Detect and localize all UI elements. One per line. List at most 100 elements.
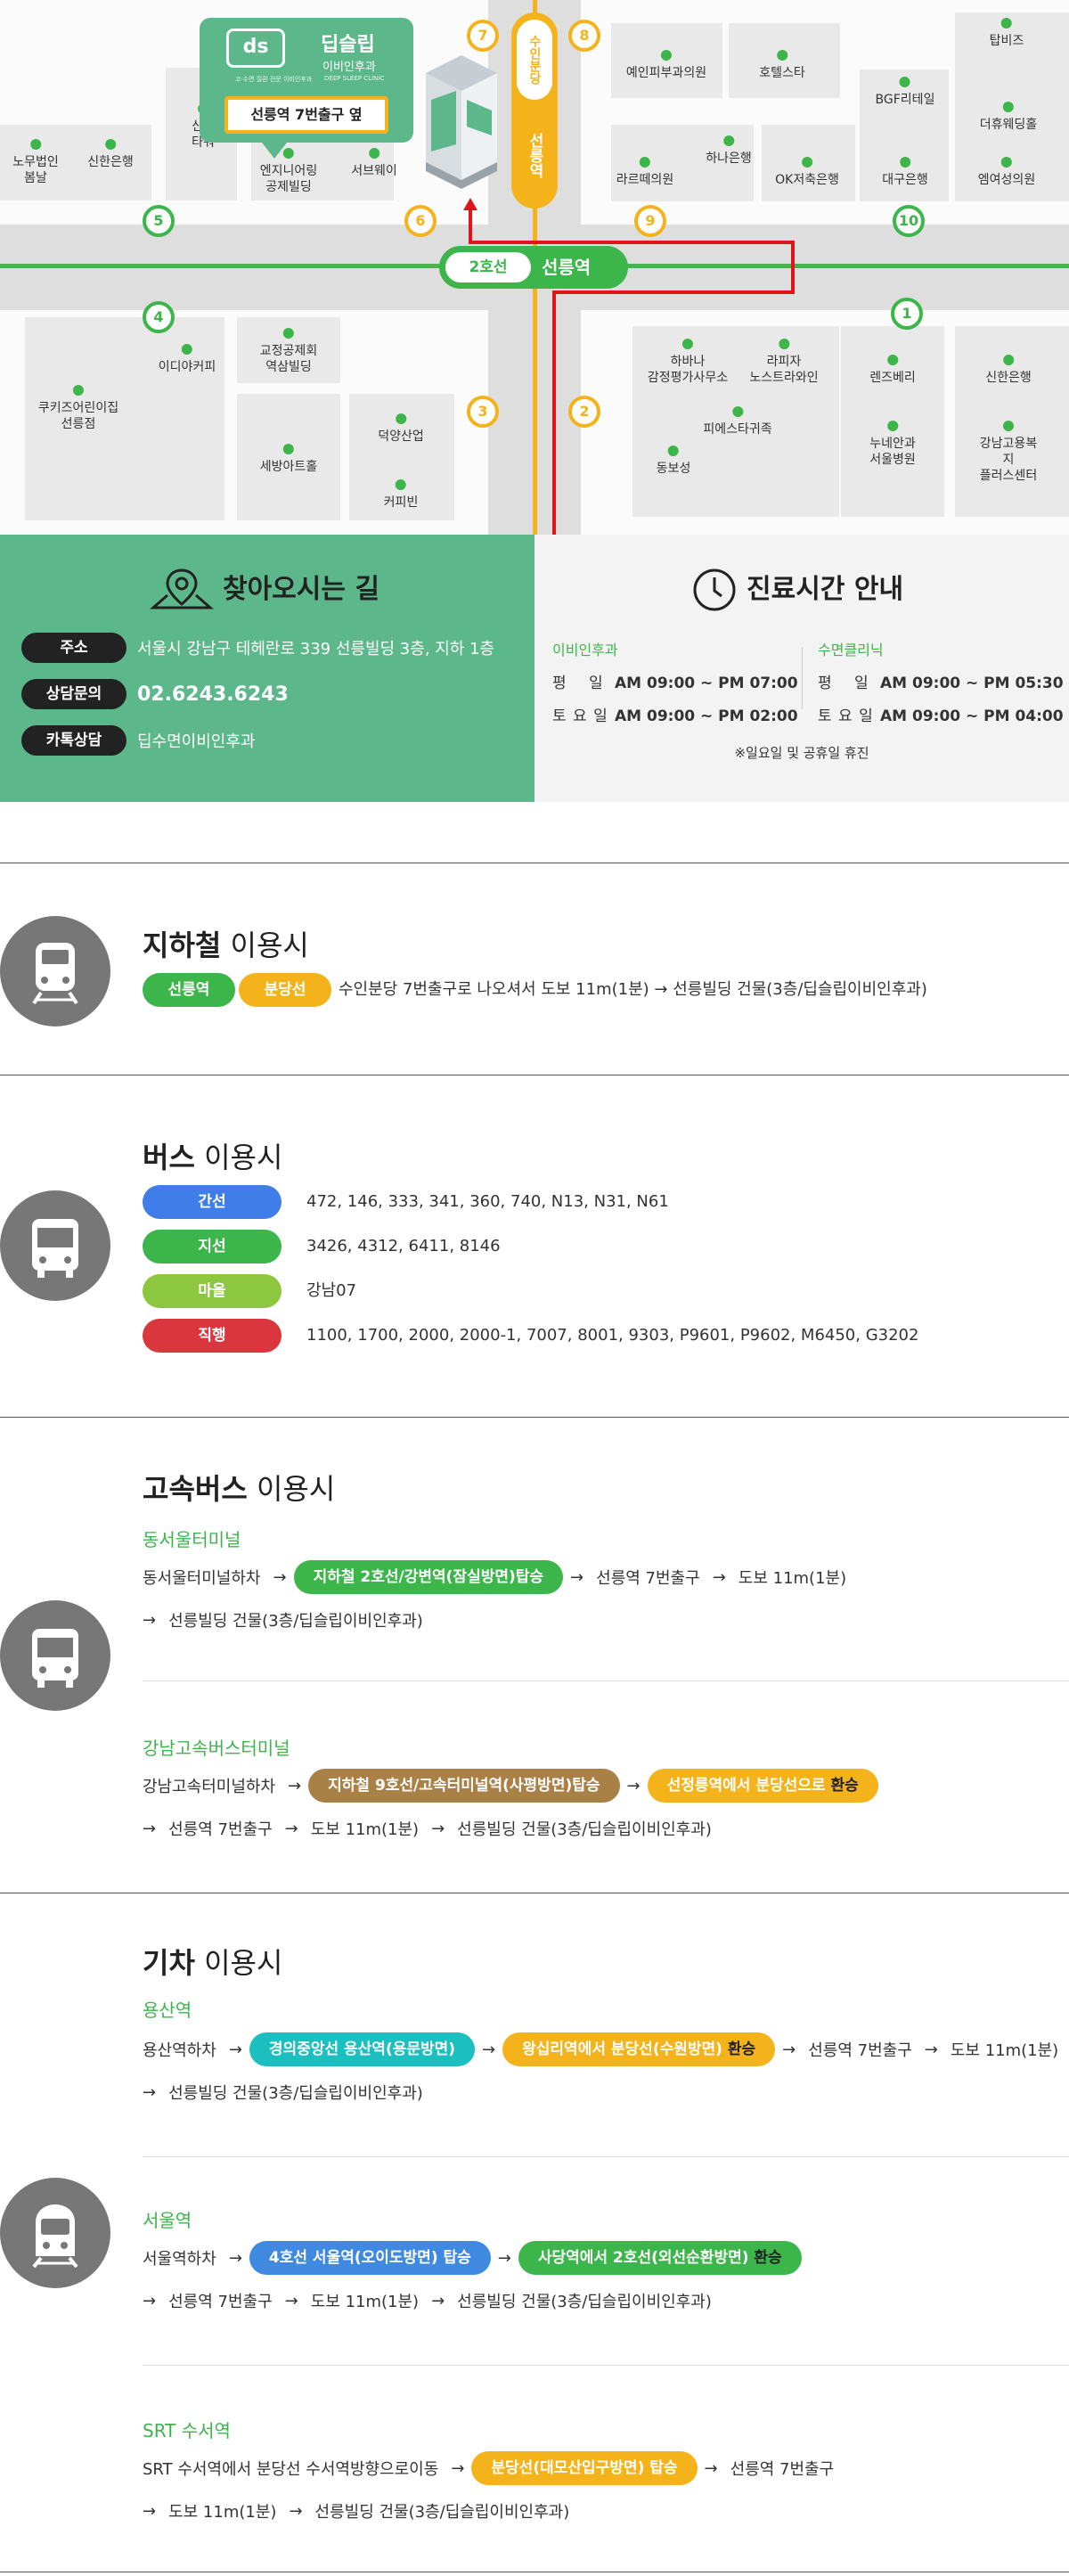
poi-hotel-star: 호텔스타 [759, 50, 805, 81]
clinic-tagline: 코·수면 질환 전문 이비인후과 [235, 76, 313, 83]
sub-divider [143, 2365, 1069, 2366]
exit-9-marker: 9 [634, 205, 666, 237]
poi-fiesta: 피에스타귀족 [703, 406, 772, 438]
transfer-pill: 지하철 9호선/고속터미널역(사평방면)탑승 [308, 1769, 620, 1803]
map-pin-icon [150, 568, 214, 609]
sleep-hours: 수면클리닉 평 일 AM 09:00 ~ PM 05:30 토 요 일 AM 09:… [818, 638, 1064, 736]
poi-deokyang: 덕양산업 [378, 413, 424, 445]
poi-topbiz: 탑비즈 [990, 18, 1024, 49]
exit-8-marker: 8 [568, 20, 600, 52]
hours-divider [802, 647, 803, 709]
sub-divider [143, 2156, 1069, 2157]
subway-desc: 수인분당 7번출구로 나오셔서 도보 11m(1분) → 선릉빌딩 건물(3층/… [339, 980, 927, 999]
train-title: 기차 이용시 [143, 1946, 283, 1980]
ent-hours-head: 이비인후과 [552, 642, 618, 658]
poi-shinhan-bank: 신한은행 [87, 139, 134, 170]
kakao-value[interactable]: 딥수면이비인후과 [137, 729, 255, 752]
hours-panel: 진료시간 안내 이비인후과 평 일 AM 09:00 ~ PM 07:00 토 요… [534, 535, 1069, 802]
express-title: 고속버스 이용시 [143, 1472, 336, 1506]
bus-row: 직행 1100, 1700, 2000, 2000-1, 7007, 8001,… [143, 1319, 918, 1353]
directions-panel: 찾아오시는 길 주소 서울시 강남구 테헤란로 339 선릉빌딩 3층, 지하 … [0, 535, 534, 802]
bus-routes: 1100, 1700, 2000, 2000-1, 7007, 8001, 93… [306, 1326, 919, 1345]
poi-gangnam-center: 강남고용복지 플러스센터 [978, 421, 1039, 484]
bus-type-label: 지선 [143, 1230, 282, 1263]
poi-subway: 서브웨이 [351, 148, 397, 179]
ent-saturday: 토 요 일 AM 09:00 ~ PM 02:00 [552, 707, 798, 725]
route-flow: → 선릉역 7번출구 → 도보 11m(1분) → 선릉빌딩 건물(3층/딥슬립이비인… [143, 2291, 712, 2312]
poi-ediya: 이디야커피 [159, 344, 216, 375]
route-flow: → 도보 11m(1분) → 선릉빌딩 건물(3층/딥슬립이비인후과) [143, 2501, 570, 2523]
ent-hours: 이비인후과 평 일 AM 09:00 ~ PM 07:00 토 요 일 AM 09:… [552, 638, 798, 736]
tag-bundang: 분당선 [239, 973, 331, 1007]
route-flow: 용산역하차 → 경의중앙선 용산역(용문방면) → 왕십리역에서 분당선(수원방면)… [143, 2032, 1064, 2067]
bus-row: 마을 강남07 [143, 1274, 356, 1308]
clinic-building-icon [426, 55, 497, 189]
train-icon [0, 2178, 110, 2288]
bus-row: 간선 472, 146, 333, 341, 360, 740, N13, N3… [143, 1185, 669, 1219]
ent-weekday: 평 일 AM 09:00 ~ PM 07:00 [552, 675, 798, 692]
holiday-note: ※일요일 및 공휴일 휴진 [734, 745, 869, 761]
poi-lensberry: 렌즈베리 [869, 355, 916, 386]
tag-seolleung: 선릉역 [143, 973, 235, 1007]
poi-larue: 라르떼의원 [616, 157, 673, 188]
train-station-name: SRT 수서역 [143, 2420, 231, 2441]
exit-10-marker: 10 [893, 205, 925, 237]
subway-icon [0, 916, 110, 1026]
express-bus-icon [0, 1600, 110, 1711]
poi-yein: 예인피부과의원 [626, 50, 706, 81]
station-name: 선릉역 [542, 257, 592, 278]
bus-type-label: 직행 [143, 1319, 282, 1353]
route-flow: → 선릉빌딩 건물(3층/딥슬립이비인후과) [143, 1610, 423, 1631]
route-flow: 동서울터미널하차 → 지하철 2호선/강변역(잠실방면)탑승 → 선릉역 7번출구 →… [143, 1559, 852, 1595]
exit-5-marker: 5 [143, 205, 175, 237]
transfer-pill: 분당선(대모산입구방면) 탑승 [471, 2451, 698, 2485]
clinic-tagline-en: DEEP SLEEP CLINIC [324, 75, 385, 82]
poi-wedding: 더휴웨딩홀 [980, 102, 1037, 133]
poi-nunian: 누네안과 서울병원 [869, 421, 916, 468]
route-flow: → 선릉빌딩 건물(3층/딥슬립이비인후과) [143, 2082, 423, 2104]
clinic-exit-note: 선릉역 7번출구 옆 [224, 96, 388, 134]
clinic-logo-icon: ds [226, 29, 285, 68]
transfer-pill: 4호선 서울역(오이도방면) 탑승 [249, 2241, 491, 2275]
kakao-row: 카톡상담 딥수면이비인후과 [21, 725, 255, 756]
bus-routes: 3426, 4312, 6411, 8146 [306, 1237, 501, 1255]
bundang-station-name: 선릉역 [526, 132, 543, 178]
terminal-name: 강남고속버스터미널 [143, 1738, 290, 1759]
bus-routes: 강남07 [306, 1281, 357, 1300]
poi-lapiza: 라피자 노스트라와인 [749, 339, 819, 386]
exit-3-marker: 3 [467, 396, 499, 428]
hours-title: 진료시간 안내 [747, 574, 904, 605]
seolleung-station-badge: 2호선 선릉역 [439, 246, 628, 289]
bus-type-label: 마을 [143, 1274, 282, 1308]
sleep-weekday: 평 일 AM 09:00 ~ PM 05:30 [818, 675, 1064, 692]
route-flow: SRT 수서역에서 분당선 수서역방향으로이동 → 분당선(대모산입구방면) 탑승… [143, 2450, 839, 2486]
poi-elm: 엠여성의원 [978, 157, 1035, 188]
terminal-name: 동서울터미널 [143, 1529, 241, 1550]
clinic-callout: ds 딥슬립 이비인후과 코·수면 질환 전문 이비인후과 DEEP SLEEP… [200, 18, 413, 159]
location-map: 노무법인 봄날 신한은행 신도 타워 엔지니어링 공제빌딩 서브웨이 예인피부과… [0, 0, 1069, 535]
poi-hana-bank: 하나은행 [706, 135, 752, 167]
bus-row: 지선 3426, 4312, 6411, 8146 [143, 1230, 501, 1263]
directions-title: 찾아오시는 길 [223, 574, 380, 605]
route-flow: 서울역하차 → 4호선 서울역(오이도방면) 탑승 → 사당역에서 2호선(외선순환… [143, 2240, 802, 2276]
poi-havana: 하바나 감정평가사무소 [648, 339, 728, 386]
transfer-pill: 왕십리역에서 분당선(수원방면) 환승 [502, 2032, 776, 2066]
poi-sebang: 세방아트홀 [260, 444, 317, 475]
poi-bgf: BGF리테일 [876, 77, 934, 108]
sleep-hours-head: 수면클리닉 [818, 642, 884, 658]
bus-title: 버스 이용시 [143, 1141, 283, 1174]
exit-6-marker: 6 [404, 205, 437, 237]
phone-label: 상담문의 [21, 679, 126, 709]
bundang-line-badge: 수인분당 선릉역 [511, 12, 558, 209]
phone-value[interactable]: 02.6243.6243 [137, 683, 289, 706]
poi-dongbo: 동보성 [657, 446, 690, 477]
bundang-line-name: 수인분당 [517, 20, 552, 100]
address-row: 주소 서울시 강남구 테헤란로 339 선릉빌딩 3층, 지하 1층 [21, 633, 494, 663]
clock-icon [693, 568, 736, 611]
poi-ok-bank: OK저축은행 [775, 157, 839, 188]
bus-icon [0, 1190, 110, 1301]
line-number: 2호선 [445, 252, 531, 282]
poi-cookie: 쿠키즈어린이집 선릉점 [38, 385, 118, 432]
address-value: 서울시 강남구 테헤란로 339 선릉빌딩 3층, 지하 1층 [137, 640, 495, 658]
clinic-subtitle: 이비인후과 [322, 61, 376, 74]
